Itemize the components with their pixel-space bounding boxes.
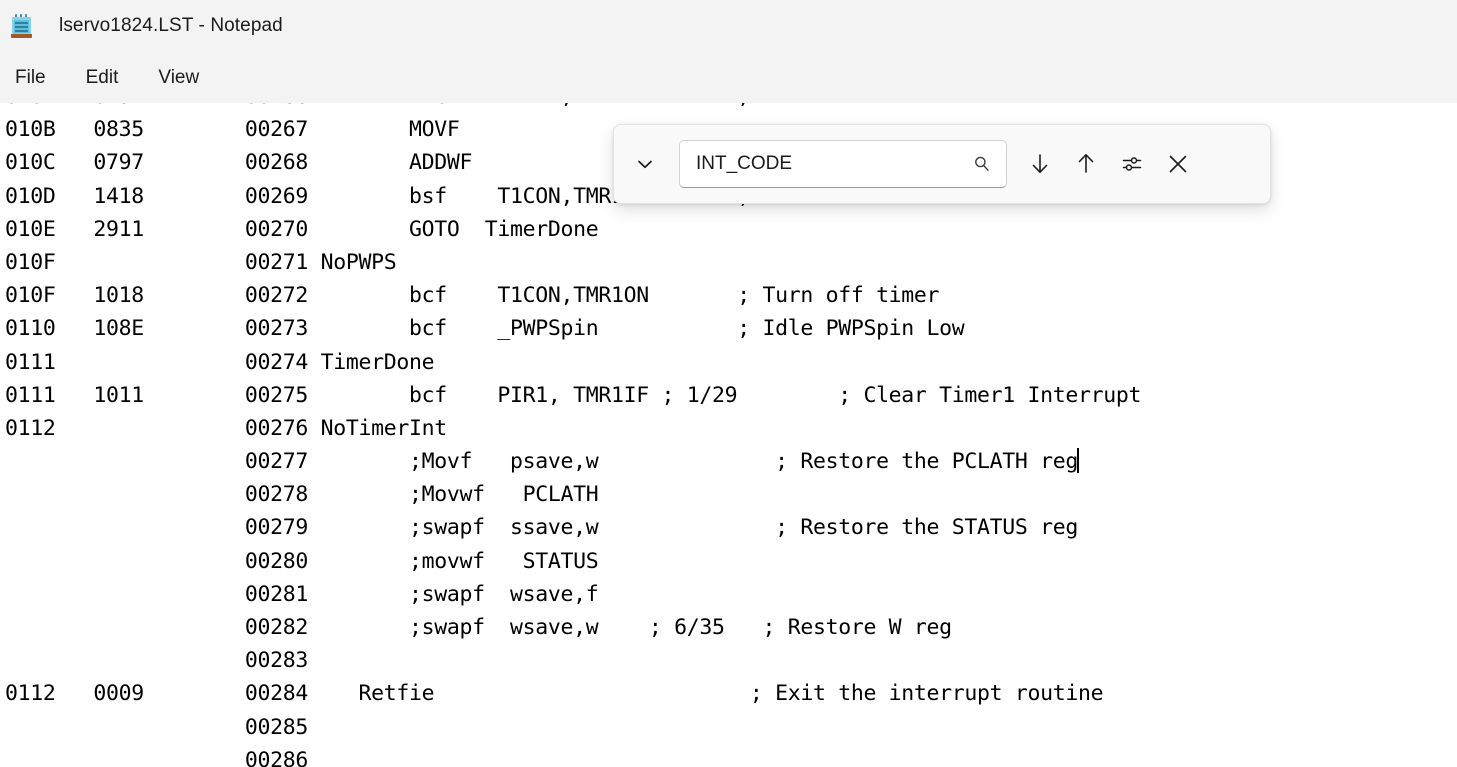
- code-line: 010F 00271 NoPWPS: [5, 246, 1141, 279]
- code-line: 010E 2911 00270 GOTO TimerDone: [5, 213, 1141, 246]
- find-bar: [613, 124, 1271, 204]
- code-line: 00281 ;swapf wsave,f: [5, 578, 1141, 611]
- code-line: 010F 1018 00272 bcf T1CON,TMR1ON ; Turn …: [5, 279, 1141, 312]
- chevron-down-icon: [634, 153, 656, 175]
- code-line: 00286: [5, 744, 1141, 767]
- title-bar: lservo1824.LST - Notepad: [0, 0, 1457, 52]
- expand-find-replace-button[interactable]: [622, 141, 668, 187]
- window-title: lservo1824.LST - Notepad: [59, 15, 283, 37]
- code-line: 0110 108E 00273 bcf _PWPSpin ; Idle PWPS…: [5, 312, 1141, 345]
- find-next-button[interactable]: [1017, 141, 1063, 187]
- code-line: 0111 00274 TimerDone: [5, 346, 1141, 379]
- code-line: 00279 ;swapf ssave,w ; Restore the STATU…: [5, 511, 1141, 544]
- code-line: 0112 0009 00284 Retfie ; Exit the interr…: [5, 677, 1141, 710]
- close-icon: [1166, 152, 1190, 176]
- arrow-up-icon: [1073, 151, 1099, 177]
- text-caret: [1077, 448, 1079, 473]
- search-icon: [971, 153, 993, 175]
- menu-edit[interactable]: Edit: [73, 61, 132, 95]
- find-options-button[interactable]: [1109, 141, 1155, 187]
- find-input-container[interactable]: [679, 140, 1007, 188]
- code-line: 00277 ;Movf psave,w ; Restore the PCLATH…: [5, 445, 1141, 478]
- arrow-down-icon: [1027, 151, 1053, 177]
- sliders-options-icon: [1120, 152, 1144, 176]
- find-previous-button[interactable]: [1063, 141, 1109, 187]
- code-line: 010A 0A97 00266 INCF TMR1H,f ; 1: [5, 103, 1141, 113]
- code-line: 00278 ;Movwf PCLATH: [5, 478, 1141, 511]
- code-line: 0112 00276 NoTimerInt: [5, 412, 1141, 445]
- menu-view[interactable]: View: [145, 61, 212, 95]
- code-line: 00280 ;movwf STATUS: [5, 545, 1141, 578]
- code-line: 00283: [5, 644, 1141, 677]
- notepad-icon: [6, 10, 38, 42]
- code-line: 0111 1011 00275 bcf PIR1, TMR1IF ; 1/29 …: [5, 379, 1141, 412]
- menu-bar: File Edit View: [0, 52, 1457, 104]
- notepad-window: lservo1824.LST - Notepad File Edit View …: [0, 0, 1457, 767]
- find-input[interactable]: [696, 153, 954, 175]
- menu-file[interactable]: File: [2, 61, 59, 95]
- code-line: 00285: [5, 711, 1141, 744]
- close-find-button[interactable]: [1155, 141, 1201, 187]
- code-line: 00282 ;swapf wsave,w ; 6/35 ; Restore W …: [5, 611, 1141, 644]
